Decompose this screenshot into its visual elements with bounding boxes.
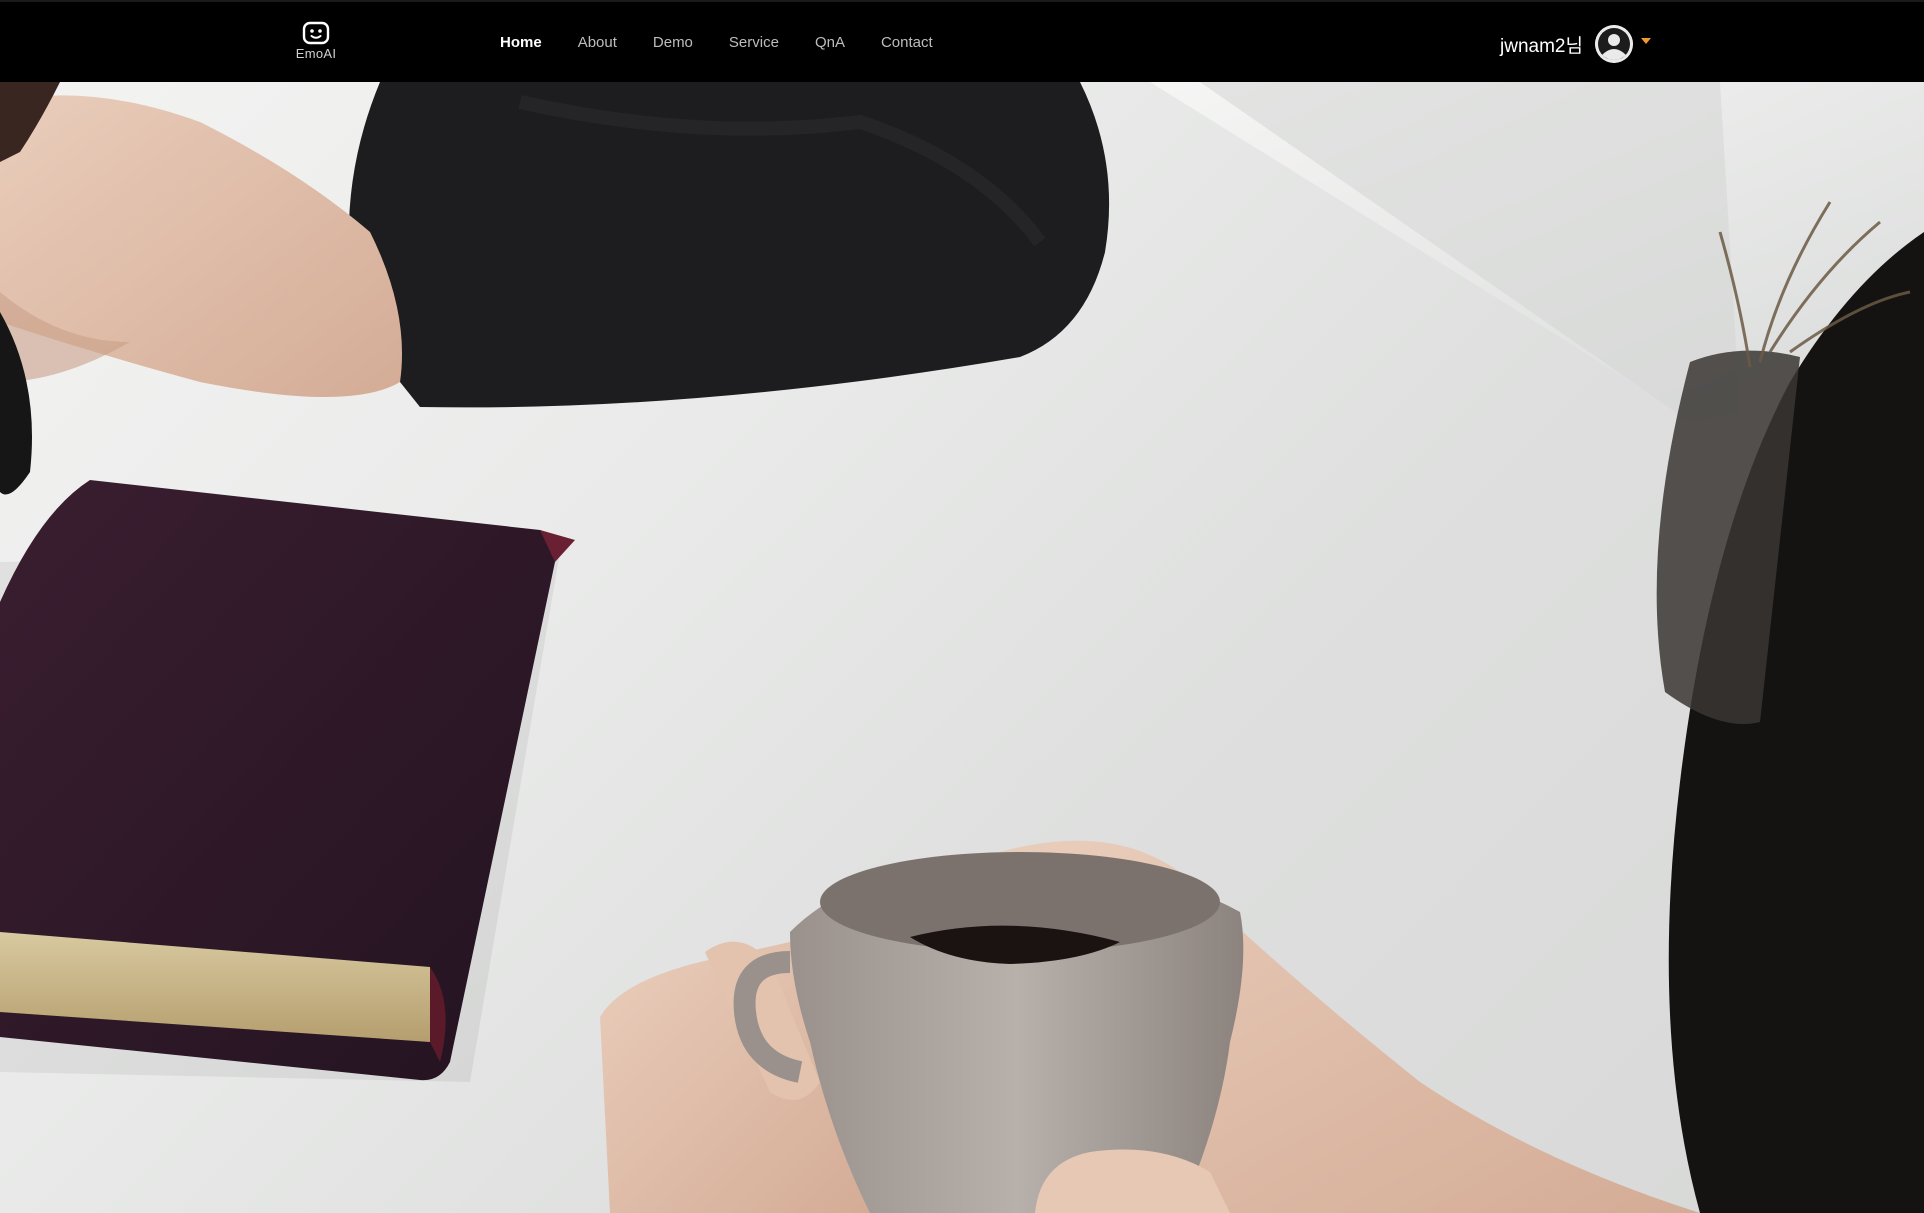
nav-link-home[interactable]: Home	[500, 32, 542, 54]
nav-link-demo[interactable]: Demo	[653, 32, 693, 54]
hero-photo-illustration	[0, 82, 1924, 1213]
brand-name: EmoAI	[295, 46, 337, 61]
caret-down-icon[interactable]	[1640, 38, 1651, 44]
username: jwnam2님	[1500, 35, 1583, 57]
page: EmoAI Home About Demo Service QnA Contac…	[0, 0, 1924, 1213]
person-silhouette-icon	[1594, 25, 1633, 63]
robot-face-icon	[302, 21, 330, 45]
user-avatar-icon[interactable]	[1594, 25, 1633, 63]
hero-background-image	[0, 82, 1924, 1213]
nav-link-about[interactable]: About	[578, 32, 617, 54]
user-menu[interactable]: jwnam2님	[1500, 24, 1651, 64]
nav-link-contact[interactable]: Contact	[881, 32, 933, 54]
nav-link-qna[interactable]: QnA	[815, 32, 845, 54]
nav-link-service[interactable]: Service	[729, 32, 779, 54]
brand-logo[interactable]: EmoAI	[290, 20, 342, 66]
top-navbar: EmoAI Home About Demo Service QnA Contac…	[0, 0, 1924, 82]
main-nav: Home About Demo Service QnA Contact	[500, 32, 969, 54]
